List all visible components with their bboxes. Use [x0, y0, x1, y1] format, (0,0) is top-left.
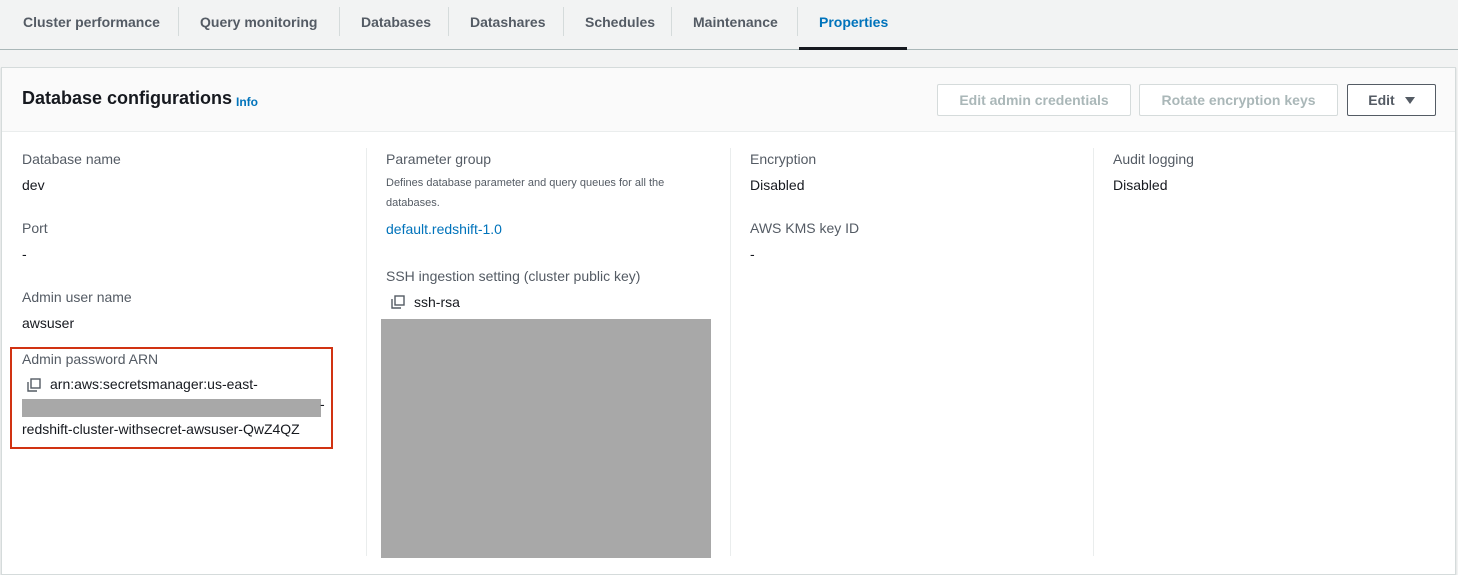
- database-name-label: Database name: [22, 151, 121, 167]
- parameter-group-label: Parameter group: [386, 151, 492, 167]
- tab-query-monitoring[interactable]: Query monitoring: [200, 0, 317, 50]
- kms-key-id-label: AWS KMS key ID: [750, 220, 860, 236]
- admin-user-name-label: Admin user name: [22, 289, 132, 305]
- admin-user-name-value: awsuser: [22, 315, 75, 331]
- tab-datashares[interactable]: Datashares: [470, 0, 546, 50]
- audit-logging-label: Audit logging: [1113, 151, 1194, 167]
- ssh-ingestion-value: ssh-rsa: [414, 294, 460, 310]
- port-label: Port: [22, 220, 48, 236]
- rotate-encryption-keys-button[interactable]: Rotate encryption keys: [1139, 84, 1338, 116]
- highlight-box: [10, 347, 333, 449]
- tab-maintenance[interactable]: Maintenance: [693, 0, 778, 50]
- audit-logging-value: Disabled: [1113, 177, 1168, 193]
- encryption-value: Disabled: [750, 177, 805, 193]
- column-divider: [730, 148, 731, 556]
- database-name-value: dev: [22, 177, 45, 193]
- info-link[interactable]: Info: [236, 95, 258, 109]
- tab-bar: Cluster performance Query monitoring Dat…: [0, 0, 1458, 50]
- tab-divider: [448, 7, 449, 36]
- edit-button-label: Edit: [1368, 92, 1395, 108]
- tab-divider: [671, 7, 672, 36]
- redacted-region: [381, 319, 711, 558]
- tab-properties[interactable]: Properties: [819, 0, 888, 50]
- tab-divider: [339, 7, 340, 36]
- encryption-label: Encryption: [750, 151, 817, 167]
- panel-header: Database configurations Info Edit admin …: [2, 68, 1455, 132]
- caret-down-icon: [1404, 97, 1415, 104]
- edit-admin-credentials-button[interactable]: Edit admin credentials: [937, 84, 1131, 116]
- kms-key-id-value: -: [750, 246, 755, 262]
- active-tab-indicator: [799, 47, 907, 50]
- port-value: -: [22, 246, 27, 262]
- tab-cluster-performance[interactable]: Cluster performance: [23, 0, 160, 50]
- copy-icon[interactable]: [391, 295, 405, 309]
- database-configurations-panel: Database configurations Info Edit admin …: [1, 67, 1456, 575]
- column-divider: [366, 148, 367, 556]
- tab-schedules[interactable]: Schedules: [585, 0, 655, 50]
- parameter-group-description: Defines database parameter and query que…: [386, 177, 665, 209]
- parameter-group-link[interactable]: default.redshift-1.0: [386, 221, 502, 237]
- tab-divider: [178, 7, 179, 36]
- tab-divider: [563, 7, 564, 36]
- tab-divider: [797, 7, 798, 36]
- tab-databases[interactable]: Databases: [361, 0, 431, 50]
- edit-dropdown-button[interactable]: Edit: [1347, 84, 1436, 116]
- panel-title: Database configurations: [22, 88, 233, 108]
- column-divider: [1093, 148, 1094, 556]
- ssh-ingestion-label: SSH ingestion setting (cluster public ke…: [386, 268, 641, 284]
